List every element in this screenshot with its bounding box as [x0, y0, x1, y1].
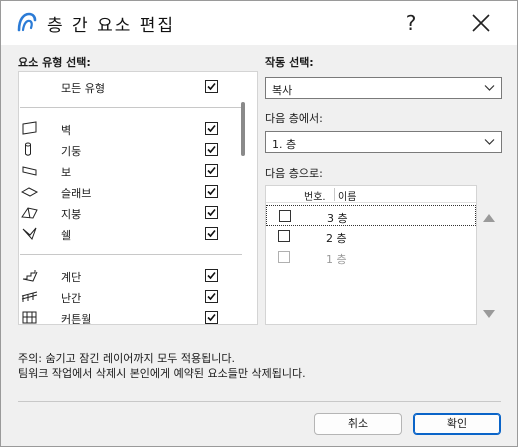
dialog-title: 층 간 요소 편집 — [47, 16, 176, 36]
list-item-wall[interactable]: 벽 — [19, 118, 241, 139]
checkmark-icon — [207, 208, 216, 217]
checkmark-icon — [207, 313, 216, 322]
wall-label: 벽 — [61, 124, 72, 137]
footer-divider — [18, 401, 501, 402]
checkmark-icon — [207, 292, 216, 301]
checkmark-icon — [207, 166, 216, 175]
to-story-label: 다음 층으로: — [265, 167, 323, 180]
column-header-name[interactable]: 이름 — [338, 188, 356, 203]
slab-icon — [21, 187, 39, 197]
story-name: 1 층 — [326, 253, 347, 266]
to-story-list-header: 번호. 이름 — [266, 186, 476, 203]
story-row: 1 층 — [266, 247, 476, 268]
checkmark-icon — [207, 187, 216, 196]
move-up-arrow-icon[interactable] — [482, 212, 496, 224]
move-down-arrow-icon[interactable] — [482, 308, 496, 320]
title-bar: 층 간 요소 편집 ? — [1, 1, 517, 45]
action-dropdown[interactable]: 복사 — [265, 77, 502, 99]
edit-elements-by-story-dialog: 층 간 요소 편집 ? 요소 유형 선택: 모든 유형 벽 기둥 보 슬래브 지… — [0, 0, 518, 447]
column-label: 기둥 — [61, 145, 82, 158]
note-line-2: 팀워크 작업에서 삭제시 본인에게 예약된 요소들만 삭제됩니다. — [18, 367, 306, 380]
column-icon — [25, 142, 31, 156]
roof-icon — [21, 207, 38, 219]
stair-icon — [22, 270, 38, 282]
checkmark-icon — [207, 271, 216, 280]
list-item-column[interactable]: 기둥 — [19, 139, 241, 160]
all-types-label: 모든 유형 — [61, 82, 105, 95]
story-checkbox — [278, 251, 290, 263]
element-type-list[interactable]: 모든 유형 벽 기둥 보 슬래브 지붕 쉘 계단 난간 커튼월 — [18, 71, 258, 325]
checkmark-icon — [207, 229, 216, 238]
curtain-wall-icon — [22, 311, 37, 324]
list-item-railing[interactable]: 난간 — [19, 286, 241, 307]
wall-checkbox[interactable] — [205, 122, 218, 135]
story-name: 2 층 — [326, 232, 347, 245]
checkmark-icon — [207, 124, 216, 133]
column-header-number[interactable]: 번호. — [304, 188, 326, 203]
action-select-label: 작동 선택: — [265, 56, 314, 69]
list-item-shell[interactable]: 쉘 — [19, 223, 241, 244]
beam-checkbox[interactable] — [205, 164, 218, 177]
from-story-label: 다음 층에서: — [265, 112, 323, 125]
shell-checkbox[interactable] — [205, 227, 218, 240]
railing-icon — [21, 291, 38, 302]
list-item-beam[interactable]: 보 — [19, 160, 241, 181]
note-line-1: 주의: 숨기고 잠긴 레이어까지 모두 적용됩니다. — [18, 352, 235, 365]
slab-label: 슬래브 — [61, 187, 92, 200]
action-dropdown-value: 복사 — [272, 84, 293, 97]
checkmark-icon — [207, 145, 216, 154]
list-item-roof[interactable]: 지붕 — [19, 202, 241, 223]
story-row[interactable]: 3 층 — [266, 205, 476, 226]
close-button[interactable] — [459, 7, 503, 39]
wall-icon — [22, 121, 37, 135]
stair-checkbox[interactable] — [205, 269, 218, 282]
story-name: 3 층 — [327, 212, 348, 225]
list-item-stair[interactable]: 계단 — [19, 265, 241, 286]
ok-button[interactable]: 확인 — [413, 413, 501, 435]
archicad-app-icon — [17, 12, 37, 32]
railing-checkbox[interactable] — [205, 290, 218, 303]
list-item-curtain-wall[interactable]: 커튼월 — [19, 307, 241, 325]
roof-checkbox[interactable] — [205, 206, 218, 219]
column-checkbox[interactable] — [205, 143, 218, 156]
help-button[interactable]: ? — [393, 7, 429, 39]
cancel-button[interactable]: 취소 — [314, 413, 402, 435]
close-icon — [472, 14, 490, 32]
from-story-value: 1. 층 — [272, 138, 297, 151]
beam-label: 보 — [61, 166, 72, 179]
railing-label: 난간 — [61, 292, 82, 305]
roof-label: 지붕 — [61, 208, 82, 221]
list-divider — [20, 254, 242, 255]
slab-checkbox[interactable] — [205, 185, 218, 198]
to-story-list[interactable]: 번호. 이름 3 층 2 층 1 층 — [265, 185, 477, 325]
shell-label: 쉘 — [61, 229, 72, 242]
stair-label: 계단 — [61, 271, 82, 284]
shell-icon — [22, 227, 37, 240]
list-scrollbar-thumb[interactable] — [241, 102, 245, 156]
curtain-wall-label: 커튼월 — [61, 313, 92, 325]
story-row[interactable]: 2 층 — [266, 226, 476, 247]
chevron-down-icon — [484, 85, 495, 91]
list-divider — [20, 107, 242, 108]
chevron-down-icon — [484, 139, 495, 145]
list-item-slab[interactable]: 슬래브 — [19, 181, 241, 202]
column-separator — [334, 188, 335, 201]
curtain-wall-checkbox[interactable] — [205, 311, 218, 324]
beam-icon — [22, 166, 37, 176]
list-item-all-types[interactable]: 모든 유형 — [19, 76, 241, 97]
element-type-label: 요소 유형 선택: — [18, 56, 91, 69]
all-types-checkbox[interactable] — [205, 80, 218, 93]
checkmark-icon — [207, 82, 216, 91]
from-story-dropdown[interactable]: 1. 층 — [265, 131, 502, 153]
story-checkbox[interactable] — [279, 210, 291, 222]
story-checkbox[interactable] — [278, 230, 290, 242]
